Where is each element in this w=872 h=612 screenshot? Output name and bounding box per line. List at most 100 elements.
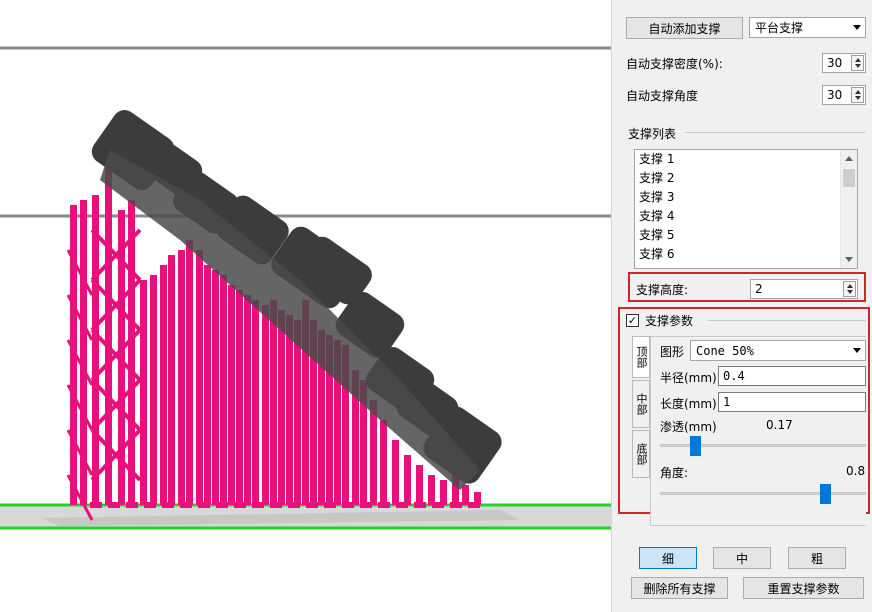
3d-viewport[interactable] <box>0 0 612 612</box>
penetration-value: 0.17 <box>766 418 793 432</box>
support-type-select[interactable]: 平台支撑 <box>749 17 866 38</box>
length-input[interactable]: 1 <box>718 392 866 412</box>
tab-top[interactable]: 顶部 <box>632 336 650 378</box>
chevron-down-icon <box>853 25 861 30</box>
angle-slider-track[interactable] <box>660 492 866 495</box>
tab-bottom[interactable]: 底部 <box>632 430 650 478</box>
size-fine-button[interactable]: 细 <box>639 547 697 569</box>
group-divider <box>685 132 866 133</box>
auto-angle-label: 自动支撑角度 <box>626 89 699 103</box>
support-list-item[interactable]: 支撑 5 <box>635 226 857 245</box>
support-base <box>234 502 246 508</box>
radius-label: 半径(mm) <box>660 371 717 385</box>
auto-angle-value: 30 <box>827 88 843 102</box>
support-base <box>180 502 192 508</box>
model-scene <box>0 46 611 530</box>
penetration-slider-thumb[interactable] <box>690 436 702 456</box>
angle-value: 0.8 <box>846 464 866 478</box>
support-list-item[interactable]: 支撑 2 <box>635 169 857 188</box>
scroll-down-icon[interactable] <box>845 257 853 262</box>
support-list-item[interactable]: 支撑 1 <box>635 150 857 169</box>
support-pillar <box>92 195 99 505</box>
auto-density-value: 30 <box>827 56 843 70</box>
support-pillar <box>244 295 251 505</box>
support-pillar <box>416 465 423 505</box>
support-base <box>324 502 336 508</box>
support-pillar <box>236 290 243 505</box>
support-base <box>162 502 174 508</box>
size-medium-button[interactable]: 中 <box>713 547 771 569</box>
support-list-title: 支撑列表 <box>628 127 677 141</box>
support-pillar <box>196 250 203 505</box>
support-list-item[interactable]: 支撑 4 <box>635 207 857 226</box>
scroll-up-icon[interactable] <box>845 156 853 161</box>
delete-all-supports-button[interactable]: 删除所有支撑 <box>631 577 728 599</box>
support-base <box>378 502 390 508</box>
support-pillar <box>440 480 447 505</box>
auto-add-support-button[interactable]: 自动添加支撑 <box>626 17 743 39</box>
support-base <box>216 502 228 508</box>
support-base <box>414 502 426 508</box>
angle-label: 角度: <box>660 466 689 480</box>
support-settings-panel: 自动添加支撑 平台支撑 自动支撑密度(%): 30 自动支撑角度 30 支撑列表… <box>612 0 872 612</box>
support-base <box>396 502 408 508</box>
support-base <box>126 502 138 508</box>
reset-support-params-button[interactable]: 重置支撑参数 <box>743 577 864 599</box>
support-base <box>270 502 282 508</box>
chevron-down-icon <box>853 348 861 353</box>
support-height-value: 2 <box>755 282 763 296</box>
spinner-arrows-icon[interactable] <box>851 55 864 71</box>
radius-input[interactable]: 0.4 <box>718 366 866 386</box>
support-pillar <box>228 285 235 505</box>
support-pillar <box>105 160 112 505</box>
size-coarse-button[interactable]: 粗 <box>788 547 846 569</box>
auto-density-label: 自动支撑密度(%): <box>626 57 723 71</box>
support-pillar <box>204 265 211 505</box>
support-height-label: 支撑高度: <box>636 283 689 297</box>
scroll-thumb[interactable] <box>843 169 855 187</box>
support-pillar <box>278 310 285 505</box>
auto-angle-spinner[interactable]: 30 <box>822 85 866 105</box>
support-pillar <box>252 300 259 505</box>
list-scrollbar[interactable] <box>840 150 857 268</box>
support-pillar <box>128 200 135 505</box>
support-base <box>198 502 210 508</box>
tab-middle[interactable]: 中部 <box>632 380 650 428</box>
support-type-value: 平台支撑 <box>755 21 804 35</box>
support-pillar <box>428 475 435 505</box>
shape-select[interactable]: Cone 50% <box>690 340 866 361</box>
auto-density-spinner[interactable]: 30 <box>822 53 866 73</box>
support-base <box>288 502 300 508</box>
support-pillar <box>380 420 387 505</box>
support-pillar <box>404 455 411 505</box>
support-pillar <box>270 300 277 505</box>
support-pillar <box>286 315 293 505</box>
support-list[interactable]: 支撑 1 支撑 2 支撑 3 支撑 4 支撑 5 支撑 6 <box>634 149 858 269</box>
support-pillar <box>150 275 157 505</box>
shape-value: Cone 50% <box>696 343 754 358</box>
support-base <box>90 502 102 508</box>
support-pillar <box>140 280 147 505</box>
support-list-item[interactable]: 支撑 3 <box>635 188 857 207</box>
support-height-spinner[interactable]: 2 <box>750 279 858 299</box>
support-pillar <box>186 240 193 505</box>
support-pillar <box>392 440 399 505</box>
support-pillar <box>220 275 227 505</box>
support-base <box>432 502 444 508</box>
support-base <box>252 502 264 508</box>
angle-slider-thumb[interactable] <box>819 484 831 504</box>
support-pillar <box>178 250 185 505</box>
support-base <box>342 502 354 508</box>
support-base <box>360 502 372 508</box>
support-pillar <box>462 485 469 505</box>
support-params-checkbox[interactable]: ✓ <box>626 314 639 327</box>
group-divider <box>708 320 866 321</box>
support-list-item[interactable]: 支撑 6 <box>635 245 857 264</box>
support-params-title: 支撑参数 <box>645 314 694 328</box>
support-base <box>468 502 480 508</box>
spinner-arrows-icon[interactable] <box>851 87 864 103</box>
support-base <box>450 502 462 508</box>
support-pillar <box>212 270 219 505</box>
support-base <box>108 502 120 508</box>
spinner-arrows-icon[interactable] <box>843 281 856 297</box>
